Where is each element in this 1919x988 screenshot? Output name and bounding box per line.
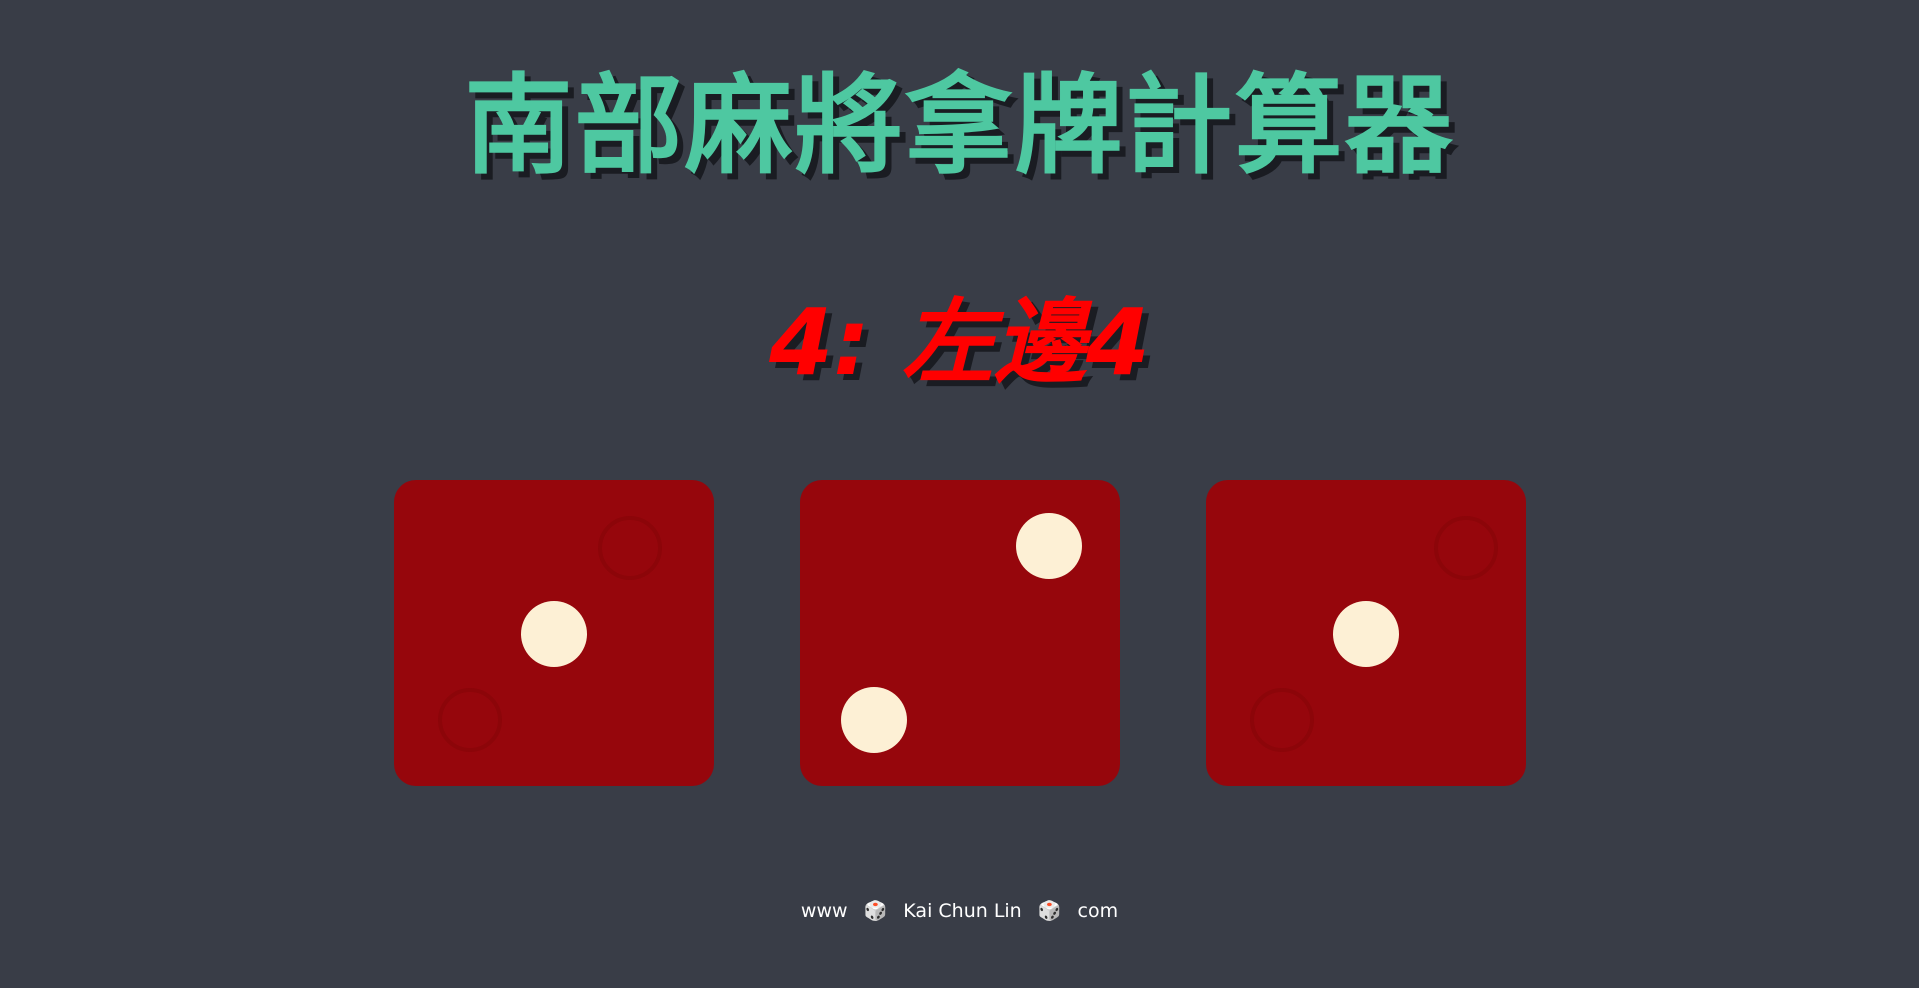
footer-credit: www 🎲 Kai Chun Lin 🎲 com xyxy=(0,897,1919,925)
footer-prefix: www xyxy=(800,900,848,922)
dice-icon: 🎲 xyxy=(863,900,888,922)
die-pip xyxy=(1333,601,1399,667)
die-pip xyxy=(1016,513,1082,579)
die-3[interactable] xyxy=(1206,480,1526,786)
die-pip-hidden xyxy=(1434,516,1498,580)
dice-row xyxy=(0,0,1919,988)
dice-icon: 🎲 xyxy=(1037,900,1062,922)
die-pip-hidden xyxy=(598,516,662,580)
die-pip xyxy=(521,601,587,667)
footer-suffix: com xyxy=(1077,900,1119,922)
die-pip-hidden xyxy=(438,688,502,752)
die-pip-hidden xyxy=(1250,688,1314,752)
footer-author-name: Kai Chun Lin xyxy=(903,900,1022,922)
die-pip xyxy=(841,687,907,753)
die-2[interactable] xyxy=(800,480,1120,786)
die-1[interactable] xyxy=(394,480,714,786)
